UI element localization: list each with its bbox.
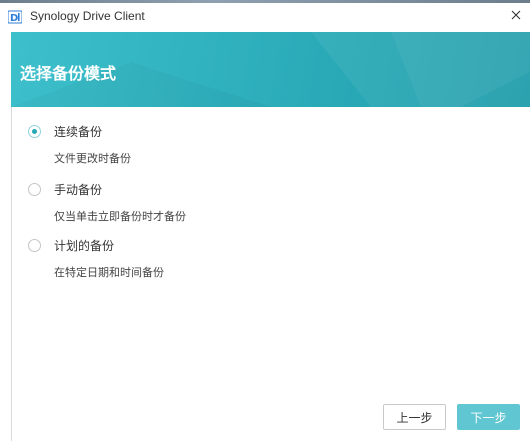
window-title: Synology Drive Client (30, 9, 145, 23)
backup-mode-dialog: D Synology Drive Client 选择备份模式 连续备份 文件更改… (0, 0, 530, 441)
option-description: 仅当单击立即备份时才备份 (54, 211, 186, 223)
radio-continuous-backup[interactable] (28, 124, 41, 138)
option-description: 在特定日期和时间备份 (54, 267, 164, 279)
option-label: 连续备份 (54, 124, 103, 139)
option-label: 计划的备份 (54, 238, 115, 253)
option-row[interactable]: 计划的备份 (28, 236, 428, 254)
top-strip (0, 0, 530, 3)
radio-scheduled-backup[interactable] (28, 238, 41, 252)
synology-drive-logo-icon: D (8, 10, 22, 24)
option-continuous-backup: 连续备份 文件更改时备份 (28, 122, 428, 166)
option-description: 文件更改时备份 (54, 153, 131, 165)
back-button[interactable]: 上一步 (383, 404, 446, 430)
next-button[interactable]: 下一步 (457, 404, 520, 430)
divider (11, 107, 12, 441)
title-bar: D Synology Drive Client (0, 0, 530, 30)
option-label: 手动备份 (54, 182, 103, 197)
page-title: 选择备份模式 (20, 66, 117, 83)
option-scheduled-backup: 计划的备份 在特定日期和时间备份 (28, 236, 428, 280)
option-row[interactable]: 连续备份 (28, 122, 428, 140)
svg-text:D: D (10, 13, 18, 24)
radio-manual-backup[interactable] (28, 182, 41, 196)
option-manual-backup: 手动备份 仅当单击立即备份时才备份 (28, 180, 428, 224)
header-banner: 选择备份模式 (11, 32, 530, 107)
option-row[interactable]: 手动备份 (28, 180, 428, 198)
close-icon[interactable] (506, 5, 526, 25)
